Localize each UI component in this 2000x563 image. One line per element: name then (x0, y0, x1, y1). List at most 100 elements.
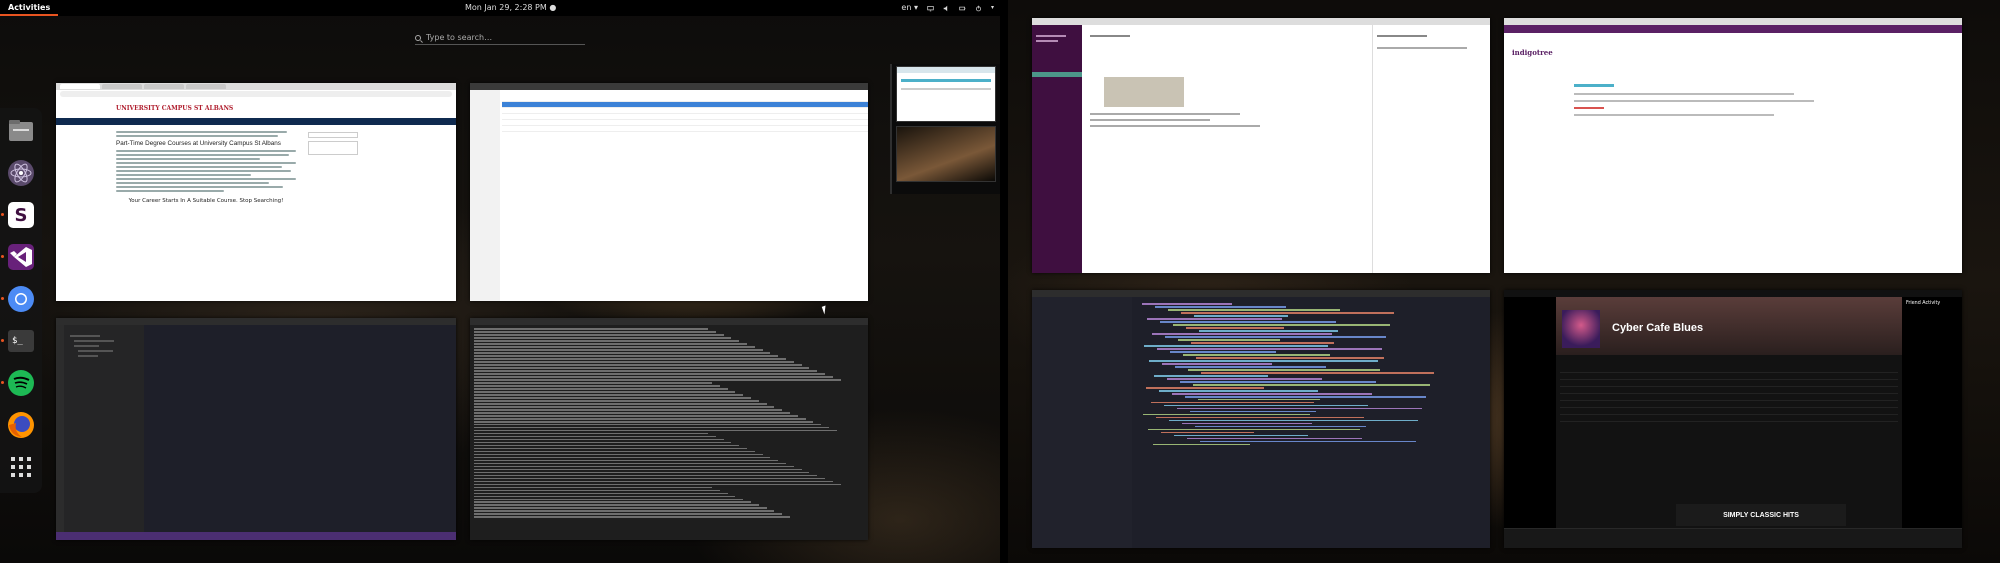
vscode-explorer (64, 325, 144, 532)
vscode-activity-bar (56, 325, 64, 540)
terminal-line (474, 435, 716, 438)
code-line (1162, 363, 1272, 365)
language-indicator[interactable]: en ▾ (901, 0, 918, 16)
code-line (1200, 440, 1416, 443)
dock-firefox[interactable] (6, 410, 36, 440)
dock-show-applications[interactable] (6, 452, 36, 482)
code-line (1151, 401, 1314, 404)
spotify-window-thumbnail[interactable]: Cyber Cafe Blues Friend Activity SIMPLY … (1504, 290, 1962, 548)
running-indicator (1, 339, 4, 342)
terminal-line (474, 483, 841, 486)
code-line (1143, 413, 1310, 416)
code-line (1175, 366, 1326, 368)
terminal-line (474, 328, 708, 330)
code-line (1196, 357, 1384, 359)
terminal-line (474, 492, 728, 495)
code-line (1199, 330, 1338, 332)
dock-terminal[interactable]: $_ (1, 326, 36, 356)
dock-atom[interactable] (6, 158, 36, 188)
terminal-line (474, 456, 771, 459)
browser-window-thumbnail[interactable]: UNIVERSITY CAMPUS ST ALBANS Part-Time De… (56, 83, 456, 301)
terminal-line (474, 504, 759, 507)
dock-files[interactable] (6, 116, 36, 146)
site-header: UNIVERSITY CAMPUS ST ALBANS (56, 98, 456, 118)
terminal-line (474, 513, 783, 516)
dock-spotify[interactable] (1, 368, 36, 398)
dock-slack[interactable]: S (1, 200, 36, 230)
terminal-line (474, 405, 775, 408)
running-indicator (1, 297, 4, 300)
terminal-line (474, 444, 740, 447)
terminal-line (474, 331, 716, 333)
editor-window-thumbnail[interactable] (1032, 290, 1490, 548)
terminal-line (474, 388, 728, 390)
terminal-line (474, 361, 794, 363)
activities-button[interactable]: Activities (0, 0, 59, 16)
power-icon (976, 5, 981, 11)
dock-vscode[interactable] (1, 242, 36, 272)
vscode-window-thumbnail[interactable] (56, 318, 456, 540)
terminal-window-thumbnail[interactable] (470, 318, 868, 540)
terminal-line (474, 426, 829, 429)
slack-icon: S (8, 202, 34, 228)
search-input[interactable]: Type to search… (415, 31, 585, 45)
files-window-thumbnail[interactable] (470, 83, 868, 301)
slack-window-thumbnail[interactable] (1032, 18, 1490, 273)
grid-icon (11, 457, 31, 477)
running-indicator (1, 381, 4, 384)
code-line (1164, 404, 1368, 407)
slack-chat (1084, 25, 1370, 273)
terminal-line (474, 334, 724, 336)
svg-text:S: S (15, 205, 28, 226)
terminal-line (474, 438, 724, 441)
terminal-line (474, 432, 708, 435)
terminal-line (474, 394, 744, 396)
friend-activity-title: Friend Activity (1906, 301, 1941, 306)
code-line (1174, 434, 1308, 437)
code-line (1198, 398, 1320, 401)
terminal-line (474, 373, 825, 375)
terminal-line (474, 382, 712, 384)
code-line (1193, 383, 1430, 386)
indigo-header (1504, 25, 1962, 33)
terminal-line (474, 462, 786, 465)
terminal-line (474, 423, 822, 426)
slack-search-results (1372, 25, 1490, 273)
code-line (1161, 431, 1254, 434)
site-nav (56, 118, 456, 125)
running-indicator (1, 213, 4, 216)
code-line (1180, 380, 1376, 383)
status-area[interactable]: en ▾ ▾ (901, 0, 994, 16)
code-line (1187, 437, 1362, 440)
indigotree-window-thumbnail[interactable]: indigotree (1504, 18, 1962, 273)
code-line (1169, 419, 1418, 422)
clock[interactable]: Mon Jan 29, 2:28 PM ● (465, 0, 556, 16)
display-icon (927, 5, 934, 11)
mouse-cursor (821, 305, 829, 315)
terminal-line (474, 370, 818, 372)
right-monitor-overview: indigotree Cyber Cafe Blues Friend Activ… (1008, 0, 2000, 563)
terminal-line (474, 379, 841, 381)
terminal-line (474, 486, 712, 489)
workspace-2-thumbnail[interactable] (896, 126, 996, 182)
code-line (1183, 354, 1330, 356)
ad-banner[interactable]: SIMPLY CLASSIC HITS (1676, 504, 1846, 526)
vscode-icon (8, 244, 34, 270)
terminal-line (474, 489, 720, 492)
page-tagline: Your Career Starts In A Suitable Course.… (128, 198, 284, 204)
address-bar (60, 91, 452, 97)
dock-chromium[interactable] (1, 284, 36, 314)
terminal-line (474, 403, 767, 405)
code-line (1191, 342, 1334, 344)
terminal-line (474, 385, 720, 387)
terminal-line (474, 343, 747, 345)
dash: S $_ (0, 108, 42, 493)
terminal-line (474, 400, 759, 402)
code-line (1148, 428, 1360, 431)
terminal-line (474, 337, 732, 339)
playlist-cover (1562, 310, 1600, 348)
code-line (1165, 336, 1386, 338)
code-line (1172, 392, 1372, 395)
workspace-1-thumbnail[interactable] (896, 66, 996, 122)
code-line (1195, 425, 1366, 428)
